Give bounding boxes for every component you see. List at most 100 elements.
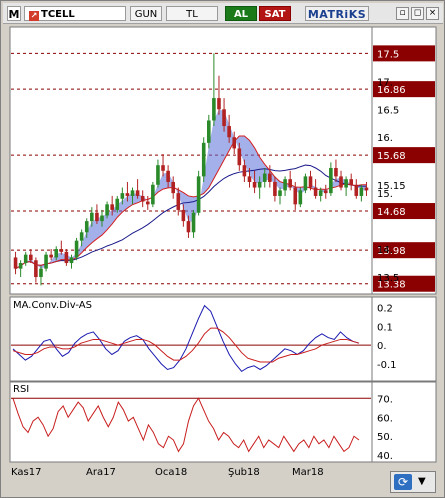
buy-button[interactable]: AL xyxy=(225,6,257,21)
candle-body xyxy=(105,204,109,216)
price-tick-label: 14. xyxy=(377,245,393,256)
candle-body xyxy=(176,193,181,210)
price-tick-label: 16. xyxy=(377,133,393,144)
macd-title: MA.Conv.Div-AS xyxy=(13,300,92,311)
candle-body xyxy=(171,181,175,194)
candle-body xyxy=(318,190,323,196)
candle-body xyxy=(54,249,59,258)
candle-body xyxy=(186,221,191,233)
candle-body xyxy=(334,167,338,177)
candle-body xyxy=(23,254,28,264)
x-label-kas17: Kas17 xyxy=(11,467,42,478)
candle-body xyxy=(288,179,292,188)
candle-body xyxy=(207,120,211,143)
candle-body xyxy=(156,165,160,185)
candle-body xyxy=(212,98,216,121)
candle-body xyxy=(145,201,150,205)
close-button[interactable]: × xyxy=(426,7,439,20)
toolbar: M ↗ TCELL GUN TL AL SAT MATRiKS ▫ ◻ × xyxy=(3,3,443,24)
brand-logo: MATRiKS xyxy=(305,6,369,21)
candle-body xyxy=(339,176,343,188)
restore-button[interactable]: ◻ xyxy=(411,7,424,20)
level-label: 17.5 xyxy=(377,49,399,60)
candle-body xyxy=(13,257,18,269)
candle-body xyxy=(115,198,120,210)
candle-body xyxy=(329,167,333,194)
candle-body xyxy=(354,184,359,196)
price-tick-label: 13.5 xyxy=(377,273,399,284)
candle-body xyxy=(110,204,114,210)
candle-body xyxy=(29,254,33,261)
x-label-sub18: Şub18 xyxy=(228,467,260,478)
candle-body xyxy=(303,176,308,191)
sell-button[interactable]: SAT xyxy=(259,6,291,21)
candle-body xyxy=(161,165,165,171)
currency-button[interactable]: TL xyxy=(166,6,218,21)
x-label-ara17: Ara17 xyxy=(86,467,116,478)
candle-body xyxy=(181,209,186,222)
candle-body xyxy=(268,173,272,182)
candle-body xyxy=(364,187,369,191)
tick-label: 60. xyxy=(377,413,393,424)
candle-body xyxy=(323,190,328,194)
menu-button[interactable]: M xyxy=(7,6,21,21)
candle-body xyxy=(34,260,38,278)
candle-body xyxy=(242,165,247,177)
candle-body xyxy=(308,176,313,188)
period-button[interactable]: GUN xyxy=(130,6,162,21)
rsi-panel[interactable] xyxy=(9,381,373,463)
candle-body xyxy=(273,181,277,196)
tick-label: -0.1 xyxy=(377,360,397,371)
candle-body xyxy=(359,187,364,196)
candle-body xyxy=(166,170,170,182)
candle-body xyxy=(69,257,74,264)
candle-body xyxy=(95,212,99,222)
candle-body xyxy=(84,221,89,233)
candle-body xyxy=(262,173,267,182)
candle-body xyxy=(140,195,145,202)
chart-scroll-control[interactable]: ⟳ ▼ xyxy=(390,471,436,493)
symbol-icon: ↗ xyxy=(29,11,39,21)
chart-area[interactable]: 17.516.8615.6814.6813.9813.3817.16.516.1… xyxy=(1,25,445,465)
tick-label: 0.2 xyxy=(377,304,393,315)
candle-body xyxy=(59,249,64,252)
candle-body xyxy=(298,190,303,205)
candle-body xyxy=(247,176,252,182)
candle-body xyxy=(293,187,298,205)
level-label: 15.68 xyxy=(377,151,406,162)
candle-body xyxy=(18,263,23,269)
tick-label: 50. xyxy=(377,432,393,443)
rsi-title: RSI xyxy=(13,384,29,395)
candle-body xyxy=(135,190,140,196)
candle-body xyxy=(79,232,84,241)
candle-body xyxy=(344,179,348,188)
candle-body xyxy=(217,98,221,110)
candle-body xyxy=(191,212,196,233)
candle-body xyxy=(64,251,69,264)
candle-body xyxy=(100,215,104,222)
candle-body xyxy=(313,187,318,196)
minimize-button[interactable]: ▫ xyxy=(396,7,409,20)
candle-body xyxy=(227,126,231,138)
dropdown-arrow-icon[interactable]: ▼ xyxy=(418,476,426,487)
candle-body xyxy=(283,179,287,191)
tick-label: 0. xyxy=(377,341,387,352)
candle-body xyxy=(44,254,48,269)
x-label-oca18: Oca18 xyxy=(155,467,188,478)
candle-body xyxy=(349,179,353,185)
candle-body xyxy=(49,254,53,258)
symbol-label: TCELL xyxy=(41,9,75,20)
refresh-icon[interactable]: ⟳ xyxy=(394,474,412,490)
price-tick-label: 16.5 xyxy=(377,105,399,116)
candle-body xyxy=(278,190,282,196)
tick-label: 0.1 xyxy=(377,322,393,333)
candle-body xyxy=(130,190,135,196)
candle-body xyxy=(39,268,43,278)
price-tick-label: 15. xyxy=(377,189,393,200)
level-label: 14.68 xyxy=(377,207,406,218)
candle-body xyxy=(151,184,155,205)
candle-body xyxy=(120,193,125,199)
price-tick-label: 17. xyxy=(377,77,393,88)
chart-window: M ↗ TCELL GUN TL AL SAT MATRiKS ▫ ◻ × 17.… xyxy=(0,0,445,498)
symbol-selector[interactable]: ↗ TCELL xyxy=(24,6,126,21)
